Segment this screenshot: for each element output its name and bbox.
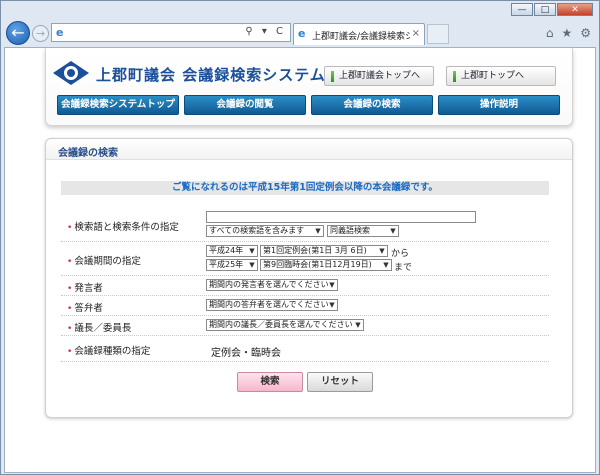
period-row: • 会議期間の指定 平成24年 ▼ 第1回定例会(第1日 3月 6日) ▼ から 平成…: [61, 241, 549, 276]
nav-browse[interactable]: 会議録の閲覧: [184, 95, 306, 115]
favorites-icon[interactable]: ★: [561, 26, 572, 40]
reset-button[interactable]: リセット: [307, 372, 373, 392]
speaker-select[interactable]: 期間内の発言者を選んでください ▼: [206, 279, 338, 291]
synonym-select[interactable]: 同義語検索 ▼: [327, 225, 399, 237]
settings-gear-icon[interactable]: ⚙: [580, 26, 591, 40]
maximize-button[interactable]: □: [534, 3, 556, 16]
answerer-label: • 答弁者: [67, 303, 103, 314]
answerer-row: • 答弁者 期間内の答弁者を選んでください ▼: [61, 295, 549, 316]
search-button[interactable]: 検索: [237, 372, 303, 392]
panel-header: 会議録の検索: [46, 139, 572, 160]
browser-tab[interactable]: e 上郡町議会/会議録検索シ... ×: [293, 23, 425, 45]
to-year-select[interactable]: 平成25年 ▼: [206, 259, 258, 271]
to-session-select[interactable]: 第9回臨時会(第1日12月19日) ▼: [260, 259, 392, 271]
green-bar-icon: [331, 71, 334, 82]
tab-close-icon[interactable]: ×: [412, 28, 420, 39]
to-suffix: まで: [394, 263, 413, 273]
page-viewport: 上郡町議会 会議録検索システム 上郡町議会トップへ 上郡町トップへ 会議録検索シ…: [4, 47, 596, 473]
from-suffix: から: [391, 249, 410, 259]
new-tab-button[interactable]: [427, 24, 449, 44]
address-bar[interactable]: e ⚲ ▾ C: [51, 23, 291, 42]
nav-system-top[interactable]: 会議録検索システムトップ: [57, 95, 179, 115]
nav-search[interactable]: 会議録の検索: [311, 95, 433, 115]
browser-right-icons: ⌂ ★ ⚙: [546, 26, 591, 40]
chevron-down-icon: ▼: [315, 227, 321, 235]
browser-toolbar: ← → e ⚲ ▾ C e 上郡町議会/会議録検索シ... × ⌂ ★ ⚙: [1, 19, 599, 47]
condition-select[interactable]: すべての検索語を含みます ▼: [206, 225, 324, 237]
answerer-select[interactable]: 期間内の答弁者を選んでください ▼: [206, 299, 338, 311]
tab-title: 上郡町議会/会議録検索シ...: [312, 32, 410, 42]
notice-text: ご覧になれるのは平成15年第1回定例会以降の本会議録です。: [61, 181, 549, 195]
green-bar-icon: [453, 71, 456, 82]
chevron-down-icon: ▼: [390, 227, 396, 235]
chevron-down-icon: ▼: [329, 281, 335, 289]
chevron-down-icon: ▼: [249, 247, 255, 255]
town-top-link[interactable]: 上郡町トップへ: [446, 66, 556, 86]
keyword-row: • 検索語と検索条件の指定 すべての検索語を含みます ▼ 同義語検索 ▼: [61, 207, 549, 242]
keyword-input[interactable]: [206, 211, 476, 223]
forward-button[interactable]: →: [32, 25, 49, 42]
chevron-down-icon: ▼: [383, 261, 389, 269]
site-header: 上郡町議会 会議録検索システム 上郡町議会トップへ 上郡町トップへ 会議録検索シ…: [45, 48, 573, 126]
home-icon[interactable]: ⌂: [546, 26, 554, 40]
keyword-label: • 検索語と検索条件の指定: [67, 222, 179, 233]
ie-icon: e: [298, 27, 306, 40]
chair-row: • 議長／委員長 期間内の議長／委員長を選んでください ▼: [61, 315, 549, 336]
type-label: • 会議録種類の指定: [67, 346, 151, 357]
period-label: • 会議期間の指定: [67, 256, 141, 267]
chevron-down-icon: ▼: [249, 261, 255, 269]
council-top-link[interactable]: 上郡町議会トップへ: [324, 66, 434, 86]
ie-icon: e: [56, 26, 64, 39]
close-window-button[interactable]: ✕: [557, 3, 593, 16]
minimize-button[interactable]: —: [511, 3, 533, 16]
type-row: • 会議録種類の指定 定例会・臨時会: [61, 335, 549, 362]
chair-select[interactable]: 期間内の議長／委員長を選んでください ▼: [206, 319, 364, 331]
address-tools[interactable]: ⚲ ▾ C: [245, 26, 286, 37]
panel-title: 会議録の検索: [58, 148, 118, 159]
nav-help[interactable]: 操作説明: [438, 95, 560, 115]
speaker-label: • 発言者: [67, 283, 103, 294]
from-session-select[interactable]: 第1回定例会(第1日 3月 6日) ▼: [260, 245, 388, 257]
chair-label: • 議長／委員長: [67, 323, 132, 334]
back-button[interactable]: ←: [6, 21, 30, 45]
from-year-select[interactable]: 平成24年 ▼: [206, 245, 258, 257]
site-title: 上郡町議会 会議録検索システム: [96, 66, 326, 84]
search-panel: 会議録の検索 ご覧になれるのは平成15年第1回定例会以降の本会議録です。 • 検索…: [45, 138, 573, 418]
browser-window: — □ ✕ ← → e ⚲ ▾ C e 上郡町議会/会議録検索シ... × ⌂ …: [0, 0, 600, 475]
type-value: 定例会・臨時会: [211, 348, 281, 359]
chevron-down-icon: ▼: [329, 301, 335, 309]
chevron-down-icon: ▼: [355, 321, 361, 329]
town-logo-icon: [53, 61, 89, 85]
speaker-row: • 発言者 期間内の発言者を選んでください ▼: [61, 275, 549, 296]
window-controls: — □ ✕: [511, 3, 593, 16]
chevron-down-icon: ▼: [379, 247, 385, 255]
